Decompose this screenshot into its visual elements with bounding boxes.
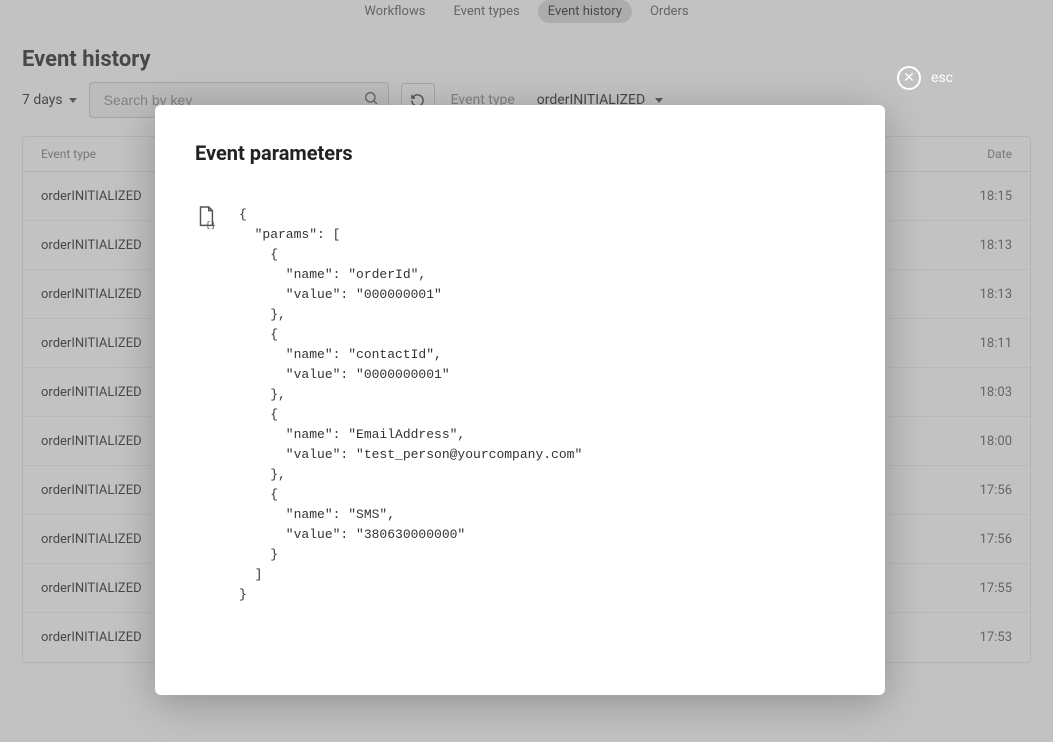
modal-overlay[interactable]: ✕ esc Event parameters {} { "params": [ … [0, 0, 1053, 742]
close-icon: ✕ [897, 66, 921, 90]
event-parameters-modal: Event parameters {} { "params": [ { "nam… [155, 105, 885, 695]
modal-title: Event parameters [195, 141, 845, 165]
close-modal-button[interactable]: ✕ esc [897, 66, 953, 90]
svg-text:{}: {} [205, 220, 216, 231]
copy-json-icon[interactable]: {} [195, 205, 217, 235]
json-block: {} { "params": [ { "name": "orderId", "v… [195, 205, 845, 605]
esc-label: esc [931, 70, 953, 86]
json-content: { "params": [ { "name": "orderId", "valu… [239, 205, 582, 605]
